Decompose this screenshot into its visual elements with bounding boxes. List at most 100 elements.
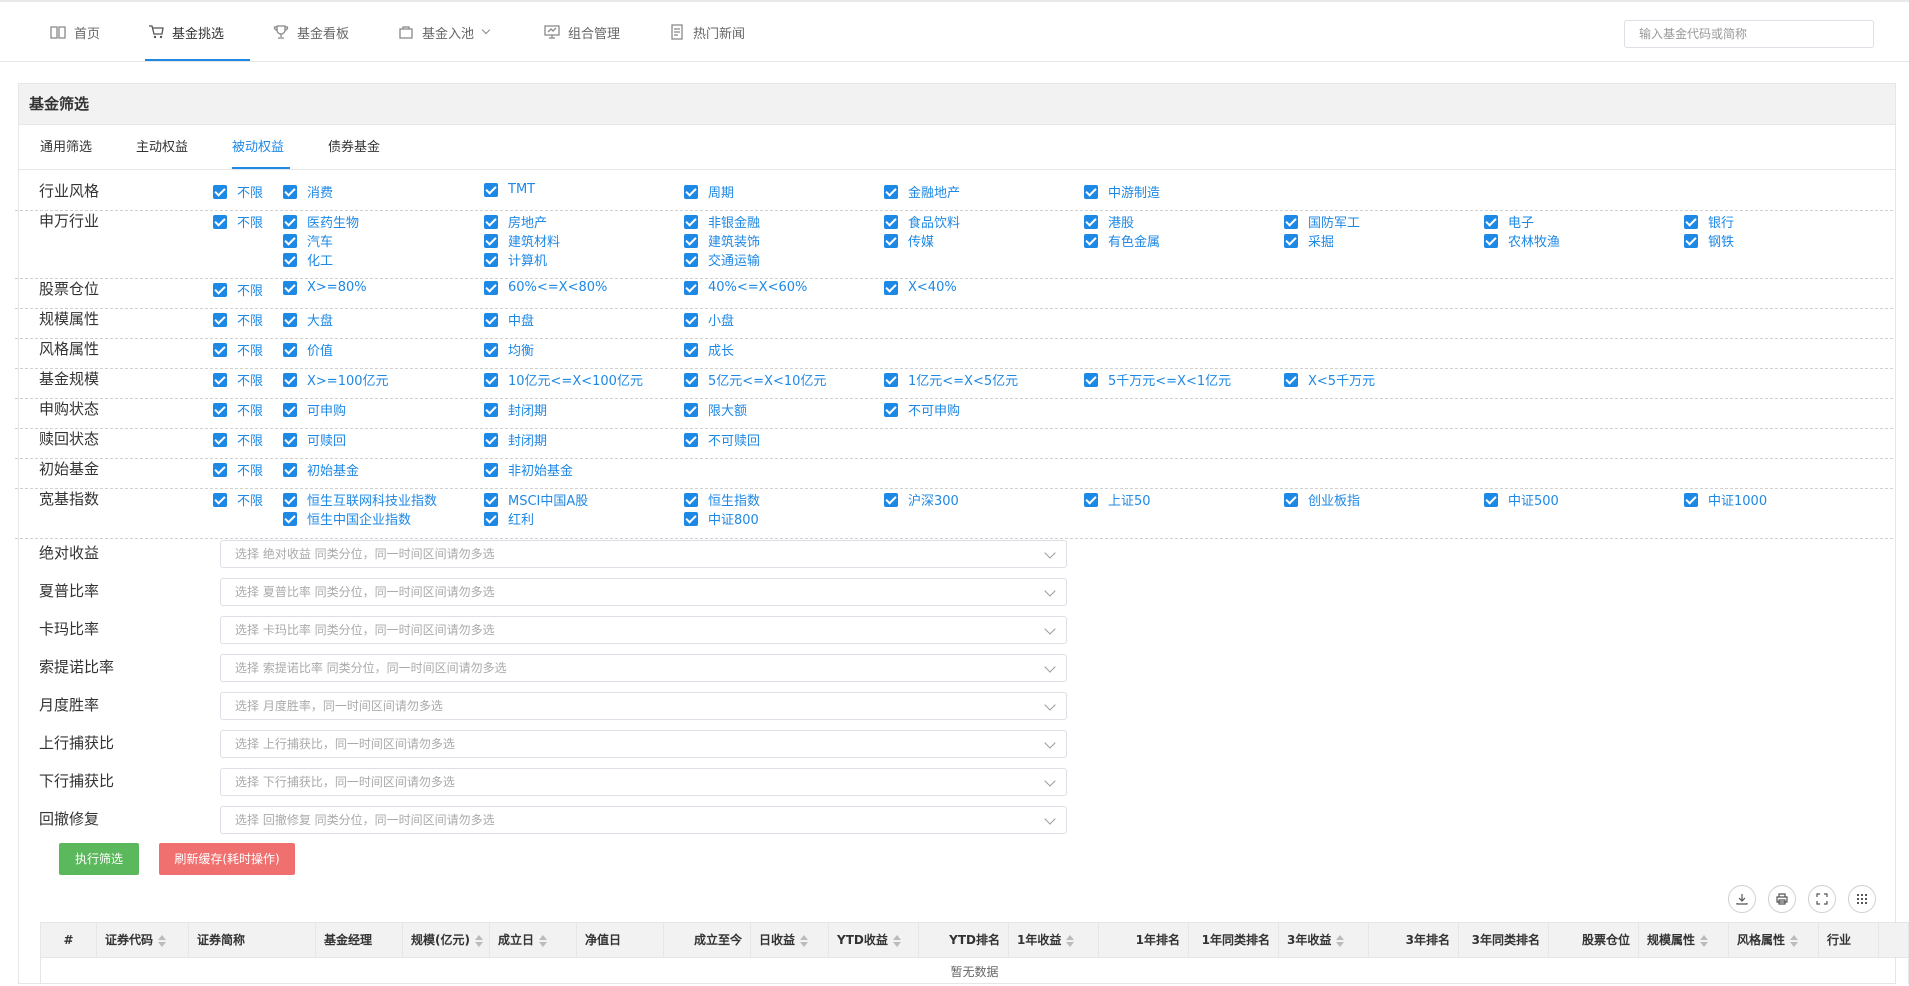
- print-button[interactable]: [1768, 885, 1796, 913]
- filter-checkbox[interactable]: 建筑装饰: [684, 231, 760, 250]
- filter-checkbox[interactable]: 采掘: [1284, 231, 1334, 250]
- filter-checkbox[interactable]: 医药生物: [283, 212, 359, 231]
- filter-checkbox[interactable]: 不限: [213, 400, 263, 419]
- filter-checkbox[interactable]: 不限: [213, 460, 263, 479]
- sort-icon[interactable]: [1336, 934, 1345, 947]
- metric-select[interactable]: 选择 上行捕获比，同一时间区间请勿多选: [220, 730, 1067, 758]
- filter-checkbox[interactable]: 不限: [213, 490, 263, 509]
- filter-checkbox[interactable]: 恒生互联网科技业指数: [283, 490, 437, 509]
- filter-checkbox[interactable]: X>=100亿元: [283, 370, 389, 389]
- filter-checkbox[interactable]: TMT: [484, 182, 535, 197]
- filter-checkbox[interactable]: 40%<=X<60%: [684, 280, 807, 295]
- filter-checkbox[interactable]: 封闭期: [484, 430, 547, 449]
- sort-icon[interactable]: [1790, 934, 1799, 947]
- metric-select[interactable]: 选择 月度胜率，同一时间区间请勿多选: [220, 692, 1067, 720]
- filter-checkbox[interactable]: 不限: [213, 280, 263, 299]
- nav-fund-board[interactable]: 基金看板: [273, 2, 349, 62]
- filter-checkbox[interactable]: 金融地产: [884, 182, 960, 201]
- sort-icon[interactable]: [158, 934, 167, 947]
- filter-checkbox[interactable]: 传媒: [884, 231, 934, 250]
- filter-checkbox[interactable]: 红利: [484, 509, 534, 528]
- filter-checkbox[interactable]: 不限: [213, 182, 263, 201]
- filter-checkbox[interactable]: 中盘: [484, 310, 534, 329]
- filter-checkbox[interactable]: 封闭期: [484, 400, 547, 419]
- filter-checkbox[interactable]: 10亿元<=X<100亿元: [484, 370, 643, 389]
- filter-checkbox[interactable]: 中证500: [1484, 490, 1559, 509]
- nav-fund-select[interactable]: 基金挑选: [148, 2, 224, 62]
- filter-checkbox[interactable]: 房地产: [484, 212, 547, 231]
- filter-checkbox[interactable]: 港股: [1084, 212, 1134, 231]
- table-column-header[interactable]: YTD收益: [829, 923, 919, 957]
- filter-checkbox[interactable]: 上证50: [1084, 490, 1151, 509]
- filter-checkbox[interactable]: 化工: [283, 250, 333, 269]
- filter-checkbox[interactable]: 创业板指: [1284, 490, 1360, 509]
- filter-checkbox[interactable]: 60%<=X<80%: [484, 280, 607, 295]
- filter-checkbox[interactable]: 非初始基金: [484, 460, 573, 479]
- table-column-header[interactable]: 3年收益: [1279, 923, 1369, 957]
- table-column-header[interactable]: 成立日: [490, 923, 577, 957]
- filter-checkbox[interactable]: 限大额: [684, 400, 747, 419]
- nav-home[interactable]: 首页: [50, 2, 100, 62]
- table-column-header[interactable]: 规模(亿元): [403, 923, 490, 957]
- metric-select[interactable]: 选择 夏普比率 同类分位，同一时间区间请勿多选: [220, 578, 1067, 606]
- table-column-header[interactable]: 1年收益: [1009, 923, 1099, 957]
- filter-checkbox[interactable]: 不限: [213, 310, 263, 329]
- filter-checkbox[interactable]: 初始基金: [283, 460, 359, 479]
- filter-checkbox[interactable]: 食品饮料: [884, 212, 960, 231]
- refresh-cache-button[interactable]: 刷新缓存(耗时操作): [159, 843, 295, 875]
- metric-select[interactable]: 选择 回撤修复 同类分位，同一时间区间请勿多选: [220, 806, 1067, 834]
- filter-checkbox[interactable]: 可申购: [283, 400, 346, 419]
- nav-fund-pool[interactable]: 基金入池: [398, 2, 491, 62]
- table-column-header[interactable]: 规模属性: [1639, 923, 1729, 957]
- sort-icon[interactable]: [474, 934, 483, 947]
- metric-select[interactable]: 选择 绝对收益 同类分位，同一时间区间请勿多选: [220, 540, 1067, 568]
- filter-checkbox[interactable]: 5亿元<=X<10亿元: [684, 370, 826, 389]
- run-filter-button[interactable]: 执行筛选: [59, 843, 139, 875]
- filter-checkbox[interactable]: MSCI中国A股: [484, 490, 588, 509]
- filter-checkbox[interactable]: 汽车: [283, 231, 333, 250]
- filter-checkbox[interactable]: 不限: [213, 430, 263, 449]
- filter-checkbox[interactable]: 可赎回: [283, 430, 346, 449]
- search-input[interactable]: 输入基金代码或简称: [1624, 20, 1874, 48]
- filter-checkbox[interactable]: X<40%: [884, 280, 957, 295]
- filter-checkbox[interactable]: 1亿元<=X<5亿元: [884, 370, 1018, 389]
- filter-checkbox[interactable]: 周期: [684, 182, 734, 201]
- filter-checkbox[interactable]: X>=80%: [283, 280, 367, 295]
- filter-checkbox[interactable]: 有色金属: [1084, 231, 1160, 250]
- filter-checkbox[interactable]: 成长: [684, 340, 734, 359]
- filter-checkbox[interactable]: 非银金融: [684, 212, 760, 231]
- tab-active-equity[interactable]: 主动权益: [136, 125, 188, 170]
- filter-checkbox[interactable]: 不可赎回: [684, 430, 760, 449]
- filter-checkbox[interactable]: 恒生指数: [684, 490, 760, 509]
- columns-button[interactable]: [1848, 885, 1876, 913]
- sort-icon[interactable]: [1066, 934, 1075, 947]
- filter-checkbox[interactable]: X<5千万元: [1284, 370, 1375, 389]
- nav-portfolio[interactable]: 组合管理: [544, 2, 620, 62]
- tab-general[interactable]: 通用筛选: [40, 125, 92, 170]
- metric-select[interactable]: 选择 索提诺比率 同类分位，同一时间区间请勿多选: [220, 654, 1067, 682]
- filter-checkbox[interactable]: 不限: [213, 370, 263, 389]
- tab-bond-fund[interactable]: 债券基金: [328, 125, 380, 170]
- fullscreen-button[interactable]: [1808, 885, 1836, 913]
- table-column-header[interactable]: 证券代码: [97, 923, 189, 957]
- filter-checkbox[interactable]: 国防军工: [1284, 212, 1360, 231]
- filter-checkbox[interactable]: 大盘: [283, 310, 333, 329]
- filter-checkbox[interactable]: 计算机: [484, 250, 547, 269]
- metric-select[interactable]: 选择 下行捕获比，同一时间区间请勿多选: [220, 768, 1067, 796]
- filter-checkbox[interactable]: 消费: [283, 182, 333, 201]
- filter-checkbox[interactable]: 农林牧渔: [1484, 231, 1560, 250]
- filter-checkbox[interactable]: 5千万元<=X<1亿元: [1084, 370, 1231, 389]
- sort-icon[interactable]: [539, 934, 548, 947]
- filter-checkbox[interactable]: 电子: [1484, 212, 1534, 231]
- filter-checkbox[interactable]: 钢铁: [1684, 231, 1734, 250]
- filter-checkbox[interactable]: 不限: [213, 340, 263, 359]
- sort-icon[interactable]: [800, 934, 809, 947]
- filter-checkbox[interactable]: 交通运输: [684, 250, 760, 269]
- filter-checkbox[interactable]: 中证800: [684, 509, 759, 528]
- filter-checkbox[interactable]: 建筑材料: [484, 231, 560, 250]
- sort-icon[interactable]: [892, 934, 901, 947]
- filter-checkbox[interactable]: 中游制造: [1084, 182, 1160, 201]
- filter-checkbox[interactable]: 沪深300: [884, 490, 959, 509]
- sort-icon[interactable]: [1700, 934, 1709, 947]
- filter-checkbox[interactable]: 中证1000: [1684, 490, 1767, 509]
